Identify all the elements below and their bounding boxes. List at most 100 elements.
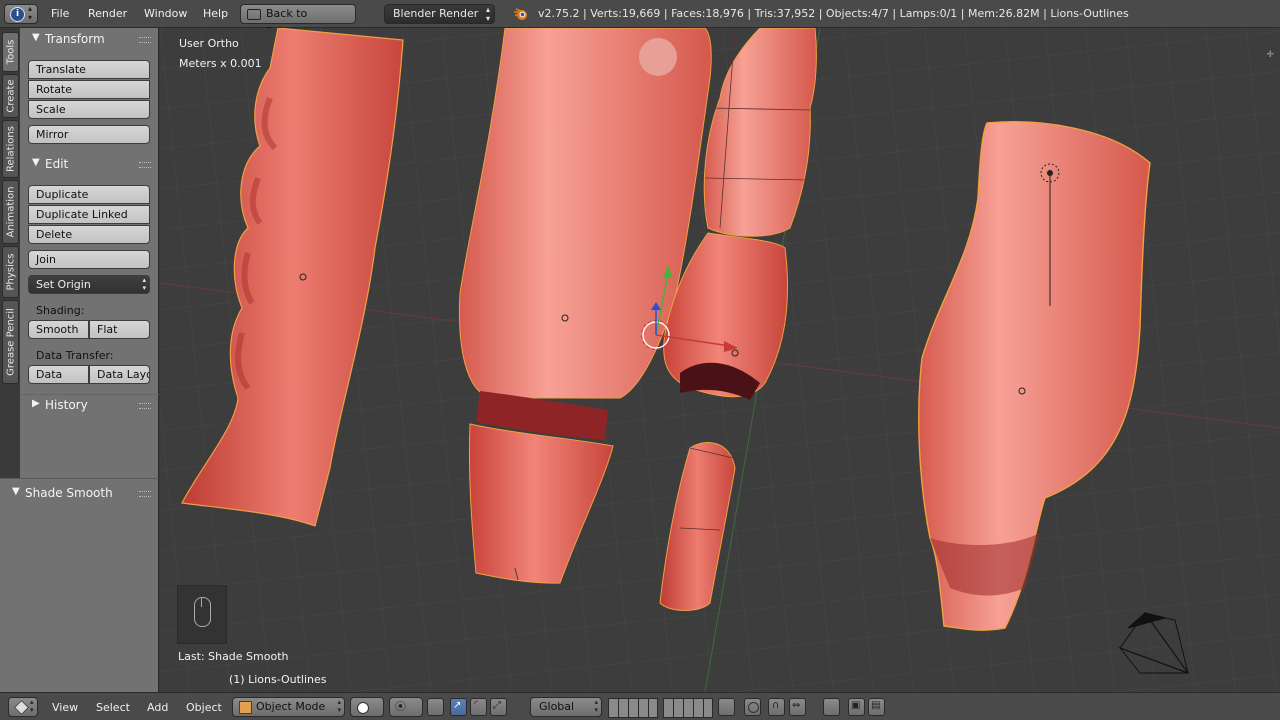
set-origin-select[interactable]: Set Origin ▴ ▾: [28, 275, 150, 294]
drag-grip-icon[interactable]: [139, 37, 151, 43]
pivot-icon: ⦿: [395, 700, 406, 713]
menu-view[interactable]: View: [52, 701, 78, 714]
proportional-edit-toggle[interactable]: [744, 698, 761, 716]
scale-manipulator-toggle[interactable]: ⤢: [490, 698, 507, 716]
shade-flat-button[interactable]: Flat: [89, 320, 150, 339]
scene-layers-2[interactable]: [663, 698, 713, 718]
transform-panel-title: Transform: [45, 32, 105, 46]
tab-physics-label: Physics: [5, 253, 16, 291]
expanded-triangle-icon: ▼: [12, 486, 20, 497]
translate-manipulator-toggle[interactable]: ↗: [450, 698, 467, 716]
shade-smooth-button[interactable]: Smooth: [28, 320, 89, 339]
render-engine-label: Blender Render: [393, 7, 479, 20]
menu-select[interactable]: Select: [96, 701, 130, 714]
view-name-label: User Ortho: [179, 37, 239, 50]
tab-animation[interactable]: Animation: [2, 180, 19, 244]
render-opengl-button[interactable]: ▣: [848, 698, 865, 716]
snap-target-toggle[interactable]: [823, 698, 840, 716]
transform-orientation-select[interactable]: Global ▴ ▾: [530, 697, 602, 717]
chevron-updown-icon: ▴ ▾: [485, 5, 490, 23]
interaction-mode-select[interactable]: Object Mode ▴ ▾: [232, 697, 345, 717]
shade-smooth-panel-header[interactable]: ▼ Shade Smooth: [0, 483, 159, 503]
snap-increment-icon: ⇔: [792, 700, 801, 711]
collapsed-triangle-icon: ▶: [32, 398, 40, 409]
blender-logo-icon: [514, 8, 527, 20]
expanded-triangle-icon: ▼: [32, 32, 40, 43]
viewport-split-corner-icon[interactable]: ✛: [1266, 50, 1274, 60]
history-panel-title: History: [45, 398, 88, 412]
manipulator-toggle[interactable]: [427, 698, 444, 716]
duplicate-linked-button[interactable]: Duplicate Linked: [28, 205, 150, 224]
magnet-icon: ∩: [772, 700, 780, 711]
menu-render[interactable]: Render: [88, 7, 127, 20]
3d-view-header: ▴ ▾ View Select Add Object Object Mode ▴ ▾…: [0, 692, 1280, 720]
last-operator-title: Shade Smooth: [25, 486, 113, 500]
scale-arrow-icon: ⤢: [493, 700, 501, 711]
drag-grip-icon[interactable]: [139, 491, 151, 497]
shading-label: Shading:: [36, 304, 85, 317]
chevron-updown-icon: ▴ ▾: [594, 698, 598, 714]
tab-grease-pencil-label: Grease Pencil: [5, 308, 16, 376]
menu-help[interactable]: Help: [203, 7, 228, 20]
edit-panel-title: Edit: [45, 157, 69, 171]
menu-file[interactable]: File: [51, 7, 69, 20]
info-icon: i: [10, 7, 25, 22]
info-header: i ▴▾ File Render Window Help Back to Pre…: [0, 0, 1280, 38]
chevron-updown-icon: ▴ ▾: [337, 698, 341, 714]
data-transfer-button[interactable]: Data: [28, 365, 89, 384]
back-to-previous-button[interactable]: Back to Previous: [240, 4, 356, 38]
delete-button[interactable]: Delete: [28, 225, 150, 244]
rotate-manipulator-toggle[interactable]: ◜: [470, 698, 487, 716]
back-icon: [247, 9, 261, 20]
chevron-updown-icon: ▴ ▾: [142, 276, 146, 292]
interaction-mode-label: Object Mode: [256, 700, 326, 713]
mirror-button[interactable]: Mirror: [28, 125, 150, 144]
tool-shelf: ▼ Transform Translate Rotate Scale Mirro…: [20, 28, 159, 478]
camera-icon: ▣: [851, 700, 861, 711]
menu-add[interactable]: Add: [147, 701, 168, 714]
mouse-icon: [177, 585, 227, 644]
tab-relations-label: Relations: [5, 126, 16, 172]
tab-grease-pencil[interactable]: Grease Pencil: [2, 300, 19, 384]
clapperboard-icon: ▤: [871, 700, 881, 711]
scene-statistics: v2.75.2 | Verts:19,669 | Faces:18,976 | …: [538, 7, 1129, 20]
chevron-updown-icon: ▴ ▾: [30, 698, 34, 714]
rotate-arc-icon: ◜: [474, 699, 478, 710]
duplicate-button[interactable]: Duplicate: [28, 185, 150, 204]
history-panel-header[interactable]: ▶ History: [20, 394, 159, 415]
3d-viewport[interactable]: User Ortho Meters x 0.001 Last: Shade Sm…: [160, 28, 1280, 692]
snap-toggle[interactable]: ∩: [768, 698, 785, 716]
scale-button[interactable]: Scale: [28, 100, 150, 119]
viewport-scene[interactable]: [160, 28, 1280, 692]
menu-window[interactable]: Window: [144, 7, 187, 20]
editor-type-button[interactable]: ▴ ▾: [8, 697, 38, 717]
expanded-triangle-icon: ▼: [32, 157, 40, 168]
tab-tools[interactable]: Tools: [2, 32, 19, 72]
tab-animation-label: Animation: [5, 186, 16, 238]
join-button[interactable]: Join: [28, 250, 150, 269]
edit-panel-header[interactable]: ▼ Edit: [20, 154, 159, 174]
render-engine-select[interactable]: Blender Render ▴ ▾: [384, 4, 495, 24]
scene-layers-1[interactable]: [608, 698, 658, 718]
viewport-shading-select[interactable]: [350, 697, 384, 717]
drag-grip-icon[interactable]: [139, 403, 151, 409]
data-layout-button[interactable]: Data Layo: [89, 365, 150, 384]
set-origin-label: Set Origin: [36, 278, 91, 291]
pivot-point-select[interactable]: ⦿: [389, 697, 423, 717]
rotate-button[interactable]: Rotate: [28, 80, 150, 99]
drag-grip-icon[interactable]: [139, 162, 151, 168]
active-object-label: (1) Lions-Outlines: [229, 673, 327, 686]
toolshelf-tabs: Tools Create Relations Animation Physics…: [0, 28, 21, 478]
solid-shading-icon: [357, 702, 369, 714]
transform-panel-header[interactable]: ▼ Transform: [20, 29, 159, 49]
menu-object[interactable]: Object: [186, 701, 222, 714]
editor-type-button[interactable]: i ▴ ▾: [4, 4, 38, 24]
translate-button[interactable]: Translate: [28, 60, 150, 79]
layer-lock-toggle[interactable]: [718, 698, 735, 716]
tab-create[interactable]: Create: [2, 74, 19, 118]
snap-element-select[interactable]: ⇔: [789, 698, 806, 716]
tab-relations[interactable]: Relations: [2, 120, 19, 178]
render-animation-button[interactable]: ▤: [868, 698, 885, 716]
data-transfer-label: Data Transfer:: [36, 349, 114, 362]
tab-physics[interactable]: Physics: [2, 246, 19, 298]
